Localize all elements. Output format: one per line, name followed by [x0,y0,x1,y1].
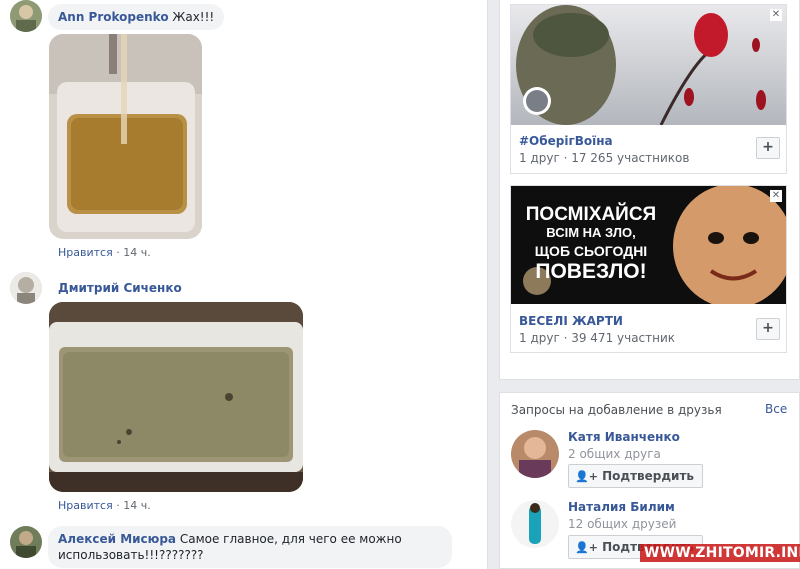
group-cover[interactable]: ПОСМІХАЙСЯ ВСІМ НА ЗЛО, ЩОБ СЬОГОДНІ ПОВ… [511,186,786,304]
comment-author[interactable]: Алексей Мисюра [58,532,176,546]
site-watermark: WWW.ZHITOMIR.INFO [640,544,800,562]
see-all-link[interactable]: Все [765,402,787,416]
group-members: 1 друг · 17 265 участников [519,151,690,165]
group-members: 1 друг · 39 471 участник [519,331,676,345]
join-group-button[interactable]: + [756,137,780,159]
mutual-friends[interactable]: 2 общих друга [568,447,661,461]
comment-photo[interactable] [49,302,303,492]
comment-bubble: Алексей Мисюра Самое главное, для чего е… [48,526,452,568]
like-link[interactable]: Нравится [58,499,113,512]
comment-meta: Нравится · 14 ч. [58,246,151,259]
comment-time[interactable]: 14 ч. [123,246,151,259]
like-link[interactable]: Нравится [58,246,113,259]
comment-time[interactable]: 14 ч. [123,499,151,512]
comment-photo[interactable] [49,34,202,239]
comment-bubble: Дмитрий Сиченко [48,278,192,298]
group-cover[interactable] [511,5,786,125]
add-friend-icon: 👤+ [575,470,598,483]
request-name[interactable]: Катя Иванченко [568,430,680,444]
close-icon[interactable]: ✕ [770,9,782,21]
avatar[interactable] [511,500,559,548]
avatar[interactable] [10,272,42,304]
confirm-request-button[interactable]: 👤+ Подтвердить [568,464,704,488]
group-name[interactable]: #ОберігВоїна [519,134,613,148]
comment-meta: Нравится · 14 ч. [58,499,151,512]
join-group-button[interactable]: + [756,318,780,340]
banner-text: ПОСМІХАЙСЯ ВСІМ НА ЗЛО, ЩОБ СЬОГОДНІ ПОВ… [525,204,657,283]
group-name[interactable]: ВЕСЕЛІ ЖАРТИ [519,314,623,328]
avatar[interactable] [511,430,559,478]
column-divider [487,0,488,569]
group-tile[interactable]: ✕ #ОберігВоїна 1 друг · 17 265 участнико… [510,4,787,174]
avatar[interactable] [10,526,42,558]
close-icon[interactable]: ✕ [770,190,782,202]
confirm-label: Подтвердить [602,469,695,483]
avatar[interactable] [10,0,42,32]
comment-author[interactable]: Ann Prokopenko [58,10,169,24]
mutual-friends[interactable]: 12 общих друзей [568,517,676,531]
friend-requests-title: Запросы на добавление в друзья [511,403,722,417]
comment-text: Жах!!! [172,10,215,24]
comment-author[interactable]: Дмитрий Сиченко [58,281,182,295]
add-friend-icon: 👤+ [575,541,598,554]
comment-bubble: Ann Prokopenko Жах!!! [48,4,225,30]
request-name[interactable]: Наталия Билим [568,500,675,514]
group-tile[interactable]: ПОСМІХАЙСЯ ВСІМ НА ЗЛО, ЩОБ СЬОГОДНІ ПОВ… [510,185,787,353]
